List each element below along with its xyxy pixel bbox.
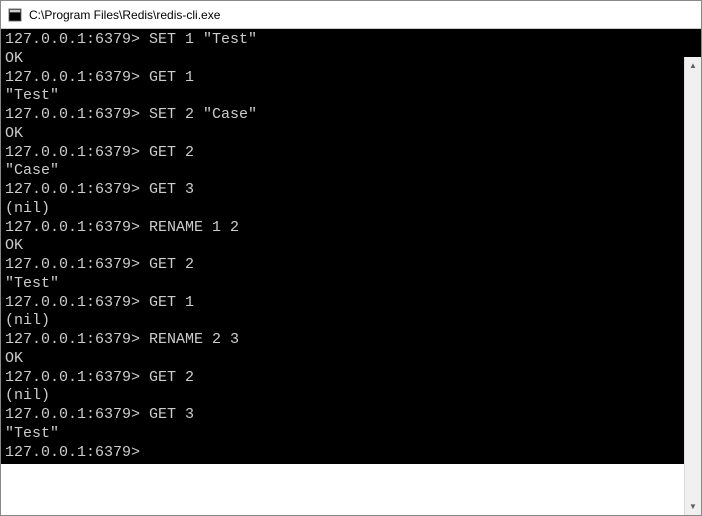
terminal-output-line: (nil) <box>5 387 697 406</box>
terminal-command-line: 127.0.0.1:6379> GET 2 <box>5 144 697 163</box>
vertical-scrollbar[interactable]: ▲ ▼ <box>684 57 701 515</box>
terminal-output-line: "Test" <box>5 87 697 106</box>
terminal-output-line: (nil) <box>5 312 697 331</box>
terminal-command-line: 127.0.0.1:6379> GET 3 <box>5 406 697 425</box>
terminal[interactable]: 127.0.0.1:6379> SET 1 "Test"OK127.0.0.1:… <box>1 29 701 464</box>
terminal-command-line: 127.0.0.1:6379> GET 1 <box>5 294 697 313</box>
terminal-command-line: 127.0.0.1:6379> GET 2 <box>5 256 697 275</box>
title-bar[interactable]: C:\Program Files\Redis\redis-cli.exe <box>1 1 701 29</box>
terminal-output-line: OK <box>5 350 697 369</box>
terminal-command-line: 127.0.0.1:6379> GET 2 <box>5 369 697 388</box>
terminal-command-line: 127.0.0.1:6379> SET 2 "Case" <box>5 106 697 125</box>
terminal-command-line: 127.0.0.1:6379> GET 3 <box>5 181 697 200</box>
terminal-command-line: 127.0.0.1:6379> GET 1 <box>5 69 697 88</box>
scroll-down-button[interactable]: ▼ <box>685 498 701 515</box>
terminal-output-line: "Case" <box>5 162 697 181</box>
terminal-output-line: "Test" <box>5 425 697 444</box>
scroll-up-button[interactable]: ▲ <box>685 57 701 74</box>
window-title: C:\Program Files\Redis\redis-cli.exe <box>29 8 220 22</box>
terminal-command-line: 127.0.0.1:6379> RENAME 2 3 <box>5 331 697 350</box>
terminal-command-line: 127.0.0.1:6379> RENAME 1 2 <box>5 219 697 238</box>
terminal-output-line: OK <box>5 125 697 144</box>
terminal-command-line: 127.0.0.1:6379> SET 1 "Test" <box>5 31 697 50</box>
terminal-command-line: 127.0.0.1:6379> <box>5 444 697 463</box>
app-window: C:\Program Files\Redis\redis-cli.exe 127… <box>0 0 702 516</box>
scroll-track[interactable] <box>685 74 701 498</box>
terminal-output-line: (nil) <box>5 200 697 219</box>
terminal-area: 127.0.0.1:6379> SET 1 "Test"OK127.0.0.1:… <box>1 29 701 515</box>
content-area: 127.0.0.1:6379> SET 1 "Test"OK127.0.0.1:… <box>1 29 701 515</box>
terminal-output-line: "Test" <box>5 275 697 294</box>
terminal-output-line: OK <box>5 237 697 256</box>
app-icon <box>7 7 23 23</box>
terminal-output-line: OK <box>5 50 697 69</box>
